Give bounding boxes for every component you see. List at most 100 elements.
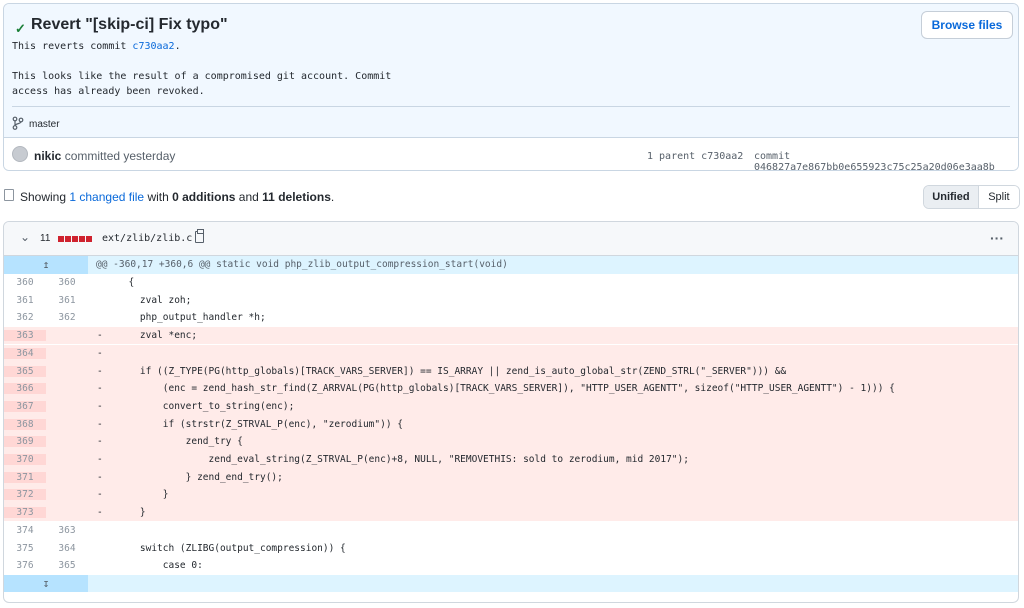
old-line-number[interactable]: 368 bbox=[4, 418, 46, 430]
change-count: 11 bbox=[40, 233, 51, 244]
unified-button[interactable]: Unified bbox=[924, 186, 979, 208]
code-text: zval zoh; bbox=[117, 294, 192, 306]
diff-sign: - bbox=[97, 454, 103, 466]
diff-sign: - bbox=[97, 436, 103, 448]
split-button[interactable]: Split bbox=[978, 186, 1019, 208]
diff-view-toggle: Unified Split bbox=[923, 185, 1020, 209]
more-options-icon[interactable]: ··· bbox=[990, 230, 1004, 246]
code-text: zval *enc; bbox=[117, 330, 198, 342]
old-line-number[interactable]: 365 bbox=[4, 365, 46, 377]
old-line-number[interactable]: 364 bbox=[4, 347, 46, 359]
deleted-line: 368 - if (strstr(Z_STRVAL_P(enc), "zerodi… bbox=[4, 415, 1018, 433]
divider bbox=[12, 106, 1010, 107]
file-header: ⌄ 11 ext/zlib/zlib.c ··· bbox=[4, 222, 1018, 256]
check-icon: ✓ bbox=[15, 21, 26, 36]
code-text: convert_to_string(enc); bbox=[117, 400, 295, 412]
old-line-number[interactable]: 376 bbox=[4, 560, 46, 571]
hunk-row: ↧ bbox=[4, 574, 1018, 593]
deleted-line: 370 - zend_eval_string(Z_STRVAL_P(enc)+8,… bbox=[4, 450, 1018, 469]
context-line: 375 364 switch (ZLIBG(output_compression)… bbox=[4, 539, 1018, 557]
old-line-number[interactable]: 363 bbox=[4, 330, 46, 342]
deleted-line: 369 - zend_try { bbox=[4, 433, 1018, 451]
code-text: zend_eval_string(Z_STRVAL_P(enc)+8, NULL… bbox=[117, 454, 689, 466]
deleted-line: 365 - if ((Z_TYPE(PG(http_globals)[TRACK_… bbox=[4, 362, 1018, 380]
old-line-number[interactable]: 372 bbox=[4, 489, 46, 501]
branch-icon bbox=[12, 116, 24, 130]
deleted-line: 363 - zval *enc; bbox=[4, 326, 1018, 345]
new-line-number[interactable]: 361 bbox=[46, 295, 88, 306]
code-text: { bbox=[117, 277, 135, 289]
old-line-number[interactable]: 361 bbox=[4, 295, 46, 306]
commit-meta: nikic committed yesterday 1 parent c730a… bbox=[4, 138, 1018, 171]
old-line-number[interactable]: 367 bbox=[4, 400, 46, 412]
old-line-number[interactable]: 360 bbox=[4, 277, 46, 288]
old-line-number[interactable]: 369 bbox=[4, 436, 46, 448]
code-text: (enc = zend_hash_str_find(Z_ARRVAL(PG(ht… bbox=[117, 383, 895, 395]
copy-path-icon[interactable] bbox=[195, 229, 204, 243]
new-line-number[interactable]: 362 bbox=[46, 312, 88, 323]
hunk-row: ↥ @@ -360,17 +360,6 @@ static void php_zl… bbox=[4, 256, 1018, 274]
new-line-number[interactable]: 364 bbox=[46, 543, 88, 554]
author-link[interactable]: nikic bbox=[34, 149, 61, 163]
deleted-line: 366 - (enc = zend_hash_str_find(Z_ARRVAL(… bbox=[4, 379, 1018, 398]
deleted-line: 373 - } bbox=[4, 503, 1018, 522]
code-text: } zend_end_try(); bbox=[117, 471, 283, 483]
expand-icon[interactable]: ↧ bbox=[4, 574, 88, 593]
new-line-number[interactable]: 365 bbox=[46, 560, 88, 571]
expand-icon[interactable]: ↥ bbox=[4, 256, 88, 274]
branch-label[interactable]: master bbox=[29, 119, 60, 130]
deleted-line: 364 - bbox=[4, 344, 1018, 363]
new-line-number[interactable]: 360 bbox=[46, 277, 88, 288]
avatar[interactable] bbox=[12, 146, 28, 162]
parent-commit[interactable]: 1 parent c730aa2 bbox=[647, 151, 743, 162]
diff-summary-text: Showing 1 changed file with 0 additions … bbox=[20, 190, 335, 204]
context-line: 374 363 bbox=[4, 522, 1018, 540]
context-line: 360 360 { bbox=[4, 274, 1018, 292]
diff-sign: - bbox=[97, 489, 103, 501]
code-text: php_output_handler *h; bbox=[117, 312, 266, 324]
commit-header: ✓ Revert "[skip-ci] Fix typo" Browse fil… bbox=[3, 3, 1019, 171]
context-line: 362 362 php_output_handler *h; bbox=[4, 309, 1018, 327]
commit-message-line: This reverts commit c730aa2. bbox=[12, 41, 181, 52]
commit-sha: commit 046827a7e867bb0e655923c75c25a20d0… bbox=[754, 151, 995, 171]
diff-sign: - bbox=[97, 400, 103, 412]
diff-sign: - bbox=[97, 418, 103, 430]
old-line-number[interactable]: 362 bbox=[4, 312, 46, 323]
deleted-line: 372 - } bbox=[4, 486, 1018, 504]
reverted-commit-link[interactable]: c730aa2 bbox=[132, 41, 174, 52]
old-line-number[interactable]: 375 bbox=[4, 543, 46, 554]
commit-message-line: access has already been revoked. bbox=[12, 86, 205, 97]
old-line-number[interactable]: 373 bbox=[4, 507, 46, 519]
deleted-line: 371 - } zend_end_try(); bbox=[4, 468, 1018, 487]
author-line: nikic committed yesterday bbox=[34, 149, 176, 163]
diff-sign: - bbox=[97, 347, 103, 359]
commit-message-panel: ✓ Revert "[skip-ci] Fix typo" Browse fil… bbox=[4, 4, 1018, 138]
diff-sign: - bbox=[97, 365, 103, 377]
file-diff-icon bbox=[4, 189, 14, 201]
code-text: if (strstr(Z_STRVAL_P(enc), "zerodium"))… bbox=[117, 418, 403, 430]
hunk-header: @@ -360,17 +360,6 @@ static void php_zli… bbox=[96, 259, 508, 271]
code-text: case 0: bbox=[117, 560, 203, 572]
diffstat-bars bbox=[58, 236, 92, 242]
browse-files-button[interactable]: Browse files bbox=[921, 11, 1013, 39]
file-name[interactable]: ext/zlib/zlib.c bbox=[102, 233, 192, 244]
old-line-number[interactable]: 366 bbox=[4, 383, 46, 395]
code-text: zend_try { bbox=[117, 436, 243, 448]
diff-sign: - bbox=[97, 383, 103, 395]
code-text: } bbox=[117, 507, 146, 519]
commit-title: Revert "[skip-ci] Fix typo" bbox=[31, 16, 228, 33]
code-text: switch (ZLIBG(output_compression)) { bbox=[117, 542, 346, 554]
old-line-number[interactable]: 374 bbox=[4, 525, 46, 536]
diff-sign: - bbox=[97, 507, 103, 519]
changed-files-link[interactable]: 1 changed file bbox=[69, 190, 144, 204]
old-line-number[interactable]: 371 bbox=[4, 471, 46, 483]
chevron-down-icon[interactable]: ⌄ bbox=[20, 230, 30, 244]
diff-summary: Showing 1 changed file with 0 additions … bbox=[4, 184, 1020, 210]
code-text: } bbox=[117, 489, 169, 501]
commit-message-line: This looks like the result of a compromi… bbox=[12, 71, 392, 82]
file-diff: ⌄ 11 ext/zlib/zlib.c ··· ↥ @@ -360,17 +36… bbox=[3, 221, 1019, 603]
old-line-number[interactable]: 370 bbox=[4, 454, 46, 466]
code-text: if ((Z_TYPE(PG(http_globals)[TRACK_VARS_… bbox=[117, 365, 787, 377]
context-line: 376 365 case 0: bbox=[4, 557, 1018, 575]
new-line-number[interactable]: 363 bbox=[46, 525, 88, 536]
